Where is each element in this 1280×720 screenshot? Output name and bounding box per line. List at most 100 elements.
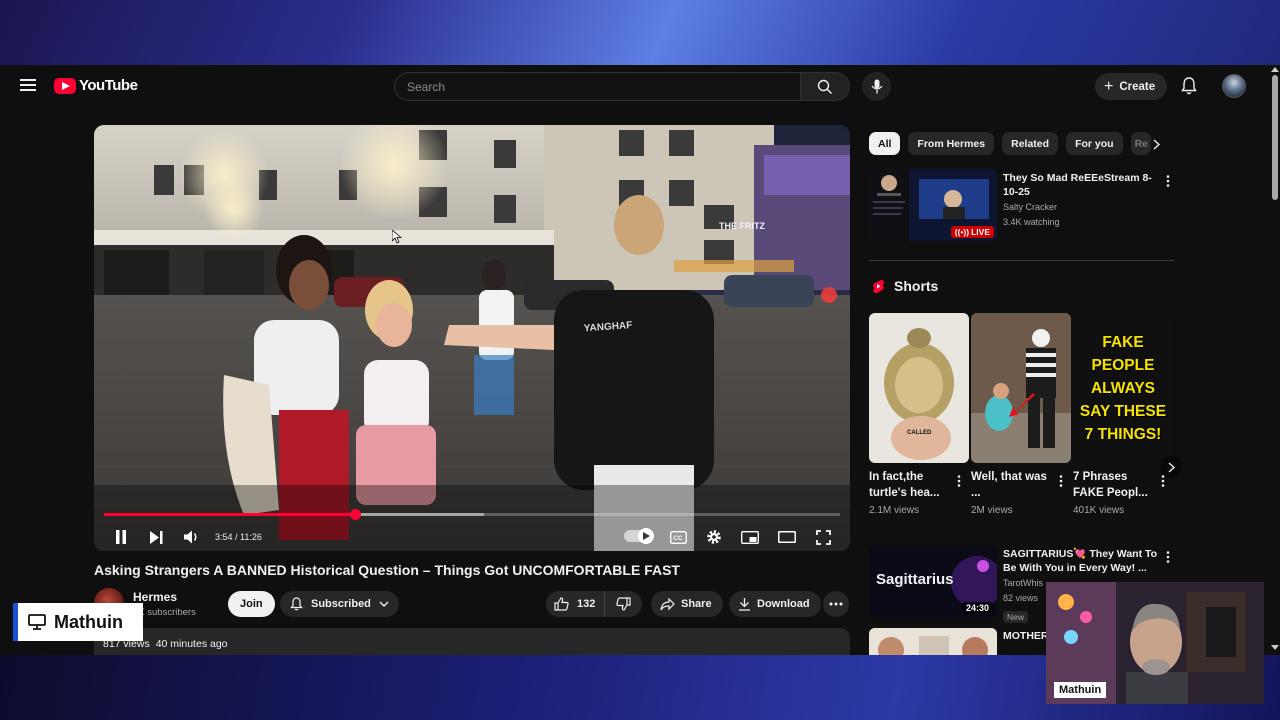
stream-name-label: Mathuin bbox=[13, 603, 143, 641]
short-title: In fact,the turtle's hea... bbox=[869, 471, 940, 499]
play-icon bbox=[642, 532, 650, 540]
notifications-button[interactable] bbox=[1178, 75, 1200, 97]
autoplay-toggle[interactable] bbox=[624, 528, 654, 544]
shorts-logo-icon bbox=[873, 279, 884, 293]
rec-channel[interactable]: Salty Cracker bbox=[1003, 200, 1057, 215]
miniplayer-icon bbox=[741, 530, 759, 544]
more-actions-button[interactable] bbox=[823, 591, 849, 617]
recommended-video-live[interactable]: ((•)) LIVE They So Mad ReEEeStream 8-10-2… bbox=[869, 169, 1174, 245]
scrollbar[interactable] bbox=[1270, 65, 1280, 655]
rec-channel[interactable]: TarotWhis bbox=[1003, 576, 1043, 591]
short-thumbnail[interactable]: FAKE PEOPLE ALWAYS SAY THESE 7 THINGS! bbox=[1073, 313, 1173, 463]
pause-button[interactable] bbox=[110, 526, 132, 548]
section-divider bbox=[869, 260, 1174, 261]
shorts-title: Shorts bbox=[894, 278, 939, 294]
short-views: 401K views bbox=[1073, 505, 1125, 516]
settings-button[interactable] bbox=[703, 526, 725, 548]
theater-mode-icon bbox=[778, 531, 796, 543]
more-horizontal-icon bbox=[829, 602, 843, 606]
youtube-play-icon bbox=[54, 77, 76, 94]
shorts-heading: Shorts bbox=[872, 278, 938, 294]
video-thumbnail[interactable] bbox=[869, 628, 997, 655]
hamburger-menu-icon[interactable] bbox=[18, 76, 38, 96]
short-views: 2M views bbox=[971, 505, 1013, 516]
thumbnail-title-text: Sagittarius bbox=[876, 571, 954, 588]
fullscreen-button[interactable] bbox=[812, 526, 834, 548]
progress-scrubber[interactable] bbox=[349, 509, 361, 520]
more-vertical-icon bbox=[1161, 475, 1165, 487]
search-button[interactable] bbox=[800, 72, 850, 101]
download-button[interactable]: Download bbox=[729, 591, 821, 617]
join-button[interactable]: Join bbox=[228, 591, 275, 617]
webcam-overlay: Mathuin bbox=[1046, 582, 1264, 704]
search-icon bbox=[817, 79, 832, 94]
chip-all[interactable]: All bbox=[869, 132, 901, 155]
theater-mode-button[interactable] bbox=[776, 526, 798, 548]
chip-related[interactable]: Related bbox=[1002, 132, 1059, 155]
dislike-button[interactable] bbox=[605, 591, 642, 617]
fake-people-caption: FAKE PEOPLE ALWAYS SAY THESE 7 THINGS! bbox=[1079, 333, 1167, 443]
chips-next-button[interactable] bbox=[1147, 135, 1165, 153]
next-button[interactable] bbox=[145, 526, 167, 548]
create-label: Create bbox=[1119, 80, 1156, 93]
description-box[interactable]: 817 views 40 minutes ago bbox=[94, 628, 850, 655]
short-item[interactable]: Well, that was ... 2M views bbox=[971, 313, 1071, 516]
stream-label-text: Mathuin bbox=[54, 611, 123, 632]
scrollbar-thumb[interactable] bbox=[1272, 75, 1278, 200]
bell-icon bbox=[290, 597, 303, 611]
rec-more-button[interactable] bbox=[1162, 549, 1174, 565]
volume-button[interactable] bbox=[181, 526, 203, 548]
youtube-window: YouTube + Create bbox=[0, 65, 1280, 655]
chip-from-hermes[interactable]: From Hermes bbox=[908, 132, 995, 155]
search-input[interactable] bbox=[394, 72, 800, 101]
rec-title: They So Mad ReEEeStream 8-10-25 bbox=[1003, 172, 1152, 198]
subscribed-label: Subscribed bbox=[311, 598, 371, 610]
rec-more-button[interactable] bbox=[1162, 173, 1174, 189]
fullscreen-icon bbox=[815, 529, 831, 545]
chevron-right-icon bbox=[1153, 138, 1160, 150]
channel-name[interactable]: Hermes bbox=[133, 590, 177, 604]
thumbs-up-icon bbox=[554, 597, 569, 611]
video-thumbnail[interactable]: ((•)) LIVE bbox=[869, 169, 997, 241]
download-label: Download bbox=[757, 598, 810, 610]
like-count: 132 bbox=[577, 598, 596, 610]
like-button[interactable]: 132 bbox=[546, 591, 606, 617]
short-thumbnail[interactable]: CALLED bbox=[869, 313, 969, 463]
short-thumbnail[interactable] bbox=[971, 313, 1071, 463]
account-avatar[interactable] bbox=[1222, 74, 1246, 98]
short-item[interactable]: FAKE PEOPLE ALWAYS SAY THESE 7 THINGS! 7… bbox=[1073, 313, 1173, 516]
short-item[interactable]: CALLED In fact,the turtle's hea... 2.1M … bbox=[869, 313, 969, 516]
create-button[interactable]: + Create bbox=[1095, 73, 1168, 100]
more-vertical-icon bbox=[957, 475, 961, 487]
miniplayer-button[interactable] bbox=[739, 526, 761, 548]
share-label: Share bbox=[681, 598, 712, 610]
scroll-down-icon[interactable] bbox=[1271, 645, 1279, 650]
monitor-icon bbox=[28, 614, 46, 630]
short-more-button[interactable] bbox=[953, 473, 965, 489]
autoplay-knob bbox=[638, 528, 654, 544]
shorts-next-button[interactable] bbox=[1160, 456, 1182, 478]
video-player[interactable]: THE FRITZ YANGHAF 3:54 / 11:26 CC bbox=[94, 125, 850, 551]
chevron-down-icon bbox=[379, 601, 389, 607]
short-more-button[interactable] bbox=[1055, 473, 1067, 489]
short-title: Well, that was ... bbox=[971, 471, 1047, 499]
voice-search-button[interactable] bbox=[862, 72, 891, 101]
chip-for-you[interactable]: For you bbox=[1066, 132, 1123, 155]
gear-icon bbox=[707, 530, 721, 544]
rec-views: 82 views bbox=[1003, 593, 1039, 603]
more-vertical-icon bbox=[1166, 551, 1170, 563]
video-thumbnail[interactable]: Sagittarius 24:30 bbox=[869, 546, 997, 618]
chevron-right-icon bbox=[1168, 461, 1175, 473]
more-vertical-icon bbox=[1059, 475, 1063, 487]
filter-chips: All From Hermes Related For you Re bbox=[869, 132, 1151, 155]
mime-thumbnail-image bbox=[971, 313, 1071, 463]
captions-button[interactable]: CC bbox=[667, 526, 689, 548]
subscribed-button[interactable]: Subscribed bbox=[280, 591, 399, 617]
webcam-name-label: Mathuin bbox=[1054, 682, 1107, 698]
scroll-up-icon[interactable] bbox=[1271, 67, 1279, 72]
hotel-sign-text: THE FRITZ bbox=[719, 221, 765, 231]
youtube-logo[interactable]: YouTube bbox=[54, 77, 138, 94]
share-button[interactable]: Share bbox=[651, 591, 723, 617]
like-dislike-group: 132 bbox=[546, 591, 643, 617]
pause-icon bbox=[116, 530, 126, 544]
